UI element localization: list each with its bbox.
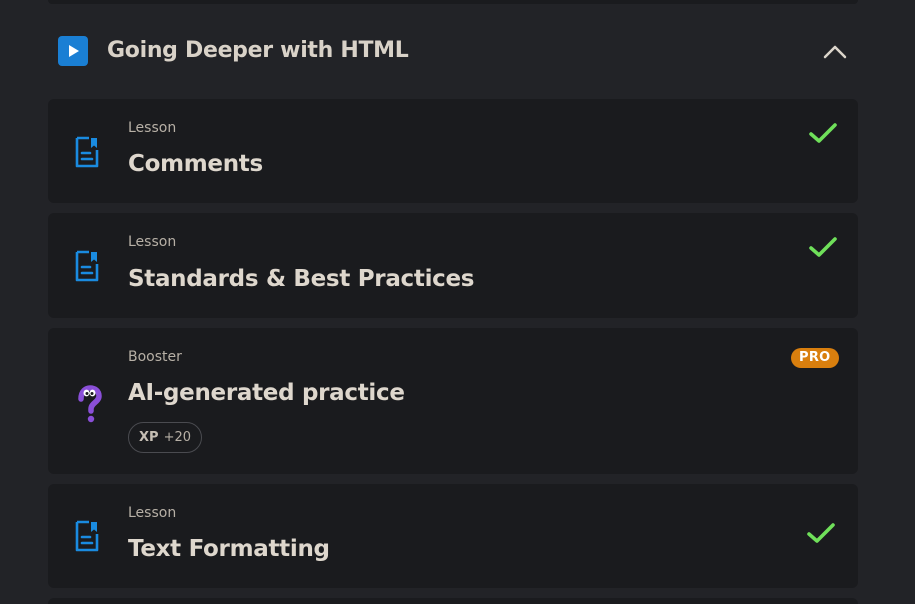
section-header[interactable]: Going Deeper with HTML <box>48 26 858 76</box>
lesson-card[interactable]: Lesson Comments <box>48 99 858 203</box>
item-kind: Booster <box>128 349 182 365</box>
lesson-doc-icon <box>74 135 100 173</box>
lesson-doc-icon <box>74 249 100 287</box>
check-icon <box>808 121 838 149</box>
lesson-doc-icon <box>74 519 100 557</box>
booster-card[interactable]: Booster AI-generated practice PRO XP +20 <box>48 328 858 474</box>
item-title: Standards & Best Practices <box>128 266 475 292</box>
section-title: Going Deeper with HTML <box>107 38 409 63</box>
lesson-card[interactable]: Lesson Text Formatting <box>48 484 858 588</box>
item-title: Comments <box>128 151 263 177</box>
play-icon <box>58 36 88 66</box>
item-title: AI-generated practice <box>128 380 405 406</box>
item-kind: Lesson <box>128 120 177 136</box>
check-icon <box>808 235 838 263</box>
item-kind: Lesson <box>128 234 177 250</box>
collapse-button[interactable] <box>818 38 852 64</box>
question-mark-icon <box>76 384 104 428</box>
previous-card-edge <box>48 0 858 4</box>
xp-badge: XP +20 <box>128 422 202 453</box>
xp-value: +20 <box>163 430 191 445</box>
lesson-card[interactable]: Lesson Standards & Best Practices <box>48 213 858 318</box>
pro-badge: PRO <box>791 348 839 368</box>
next-card-edge <box>48 598 858 604</box>
item-title: Text Formatting <box>128 536 330 562</box>
chevron-up-icon <box>823 45 847 59</box>
xp-label: XP <box>139 430 159 445</box>
check-icon <box>806 521 836 549</box>
item-kind: Lesson <box>128 505 177 521</box>
